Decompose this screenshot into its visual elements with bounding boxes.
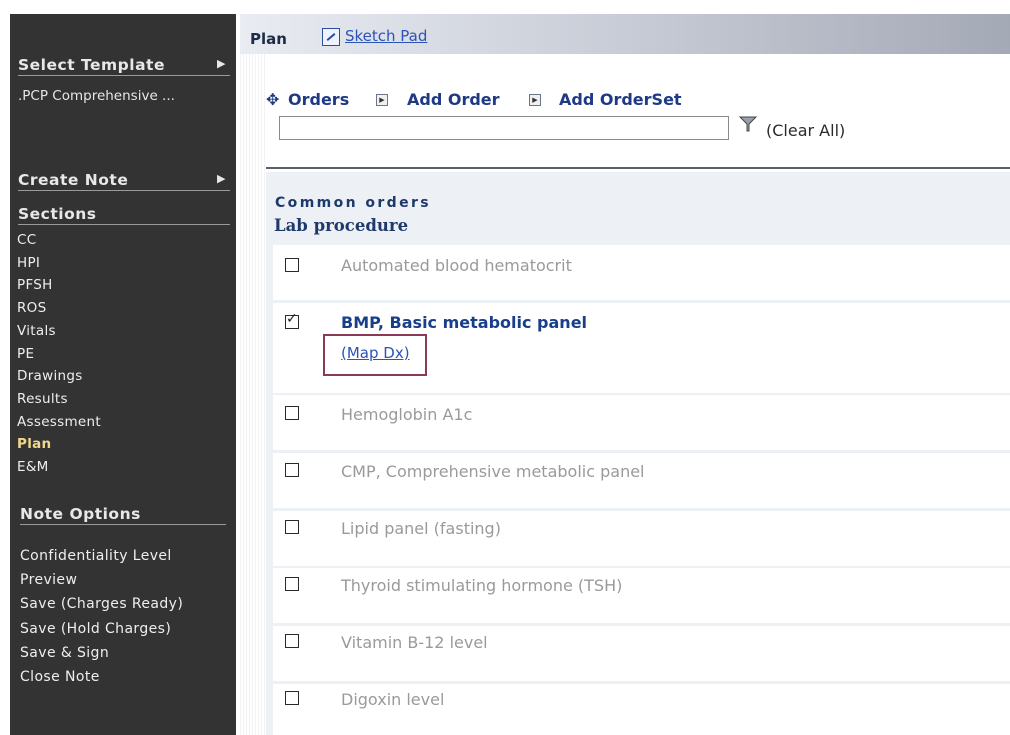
section-item-plan[interactable]: Plan — [17, 433, 101, 456]
order-row: Lipid panel (fasting) — [273, 511, 1010, 566]
select-template-menu[interactable]: Select Template ▶ — [18, 56, 230, 76]
filter-icon[interactable] — [738, 114, 758, 134]
section-item-vitals[interactable]: Vitals — [17, 320, 101, 343]
map-dx-link[interactable]: (Map Dx) — [341, 344, 410, 362]
chevron-right-icon: ▶ — [217, 57, 226, 70]
order-checkbox[interactable] — [285, 577, 299, 591]
divider — [266, 167, 1010, 169]
order-row: Vitamin B-12 level — [273, 626, 1010, 681]
decorative-stripe — [240, 14, 266, 735]
clear-all-link[interactable]: (Clear All) — [766, 121, 845, 140]
order-search-input[interactable] — [279, 116, 729, 140]
section-item-pfsh[interactable]: PFSH — [17, 274, 101, 297]
template-value[interactable]: .PCP Comprehensive ... — [18, 88, 175, 104]
note-options-list: Confidentiality Level Preview Save (Char… — [20, 544, 183, 689]
order-label[interactable]: Hemoglobin A1c — [341, 405, 472, 424]
sidebar: Select Template ▶ .PCP Comprehensive ...… — [10, 14, 236, 735]
order-row: Automated blood hematocrit — [273, 245, 1010, 300]
section-title: Common orders — [275, 195, 432, 211]
option-confidentiality-level[interactable]: Confidentiality Level — [20, 544, 183, 568]
select-template-label: Select Template — [18, 56, 165, 74]
order-checkbox[interactable] — [285, 406, 299, 420]
order-checkbox[interactable] — [285, 463, 299, 477]
section-item-drawings[interactable]: Drawings — [17, 365, 101, 388]
order-label[interactable]: Thyroid stimulating hormone (TSH) — [341, 576, 622, 595]
sections-list: CC HPI PFSH ROS Vitals PE Drawings Resul… — [17, 229, 101, 479]
order-label[interactable]: CMP, Comprehensive metabolic panel — [341, 462, 645, 481]
section-item-cc[interactable]: CC — [17, 229, 101, 252]
order-label[interactable]: Vitamin B-12 level — [341, 633, 488, 652]
option-preview[interactable]: Preview — [20, 568, 183, 592]
note-options-header: Note Options — [20, 505, 226, 525]
common-orders-panel: Common orders Lab procedure Automated bl… — [266, 172, 1010, 735]
section-item-ros[interactable]: ROS — [17, 297, 101, 320]
order-label[interactable]: BMP, Basic metabolic panel — [341, 313, 587, 332]
sections-header: Sections — [18, 205, 230, 225]
add-orderset-link[interactable]: Add OrderSet — [559, 90, 682, 109]
add-order-arrow-icon: ▶ — [376, 94, 388, 106]
create-note-label: Create Note — [18, 171, 129, 189]
section-item-results[interactable]: Results — [17, 388, 101, 411]
option-close-note[interactable]: Close Note — [20, 665, 183, 689]
sketch-pad-link[interactable]: Sketch Pad — [345, 27, 427, 45]
order-checkbox[interactable] — [285, 520, 299, 534]
option-save-hold-charges[interactable]: Save (Hold Charges) — [20, 617, 183, 641]
create-note-menu[interactable]: Create Note ▶ — [18, 171, 230, 191]
option-save-charges-ready[interactable]: Save (Charges Ready) — [20, 592, 183, 616]
order-checkbox[interactable] — [285, 311, 299, 329]
option-save-sign[interactable]: Save & Sign — [20, 641, 183, 665]
order-row: Thyroid stimulating hormone (TSH) — [273, 568, 1010, 623]
tab-bar: Plan Sketch Pad — [240, 14, 1010, 54]
orders-link[interactable]: Orders — [288, 90, 349, 109]
group-title: Lab procedure — [274, 216, 409, 235]
order-row: Digoxin level — [273, 684, 1010, 735]
section-item-pe[interactable]: PE — [17, 343, 101, 366]
order-checkbox[interactable] — [285, 258, 299, 272]
sketch-pad-icon[interactable] — [322, 28, 340, 46]
section-item-hpi[interactable]: HPI — [17, 252, 101, 275]
add-order-link[interactable]: Add Order — [407, 90, 500, 109]
order-checkbox[interactable] — [285, 691, 299, 705]
order-checkbox[interactable] — [285, 634, 299, 648]
chevron-right-icon: ▶ — [217, 172, 226, 185]
add-orderset-arrow-icon: ▶ — [529, 94, 541, 106]
section-item-em[interactable]: E&M — [17, 456, 101, 479]
order-label[interactable]: Lipid panel (fasting) — [341, 519, 501, 538]
orders-move-icon: ✥ — [266, 90, 280, 109]
order-row: Hemoglobin A1c — [273, 395, 1010, 450]
order-label[interactable]: Automated blood hematocrit — [341, 256, 572, 275]
order-label[interactable]: Digoxin level — [341, 690, 444, 709]
tab-plan[interactable]: Plan — [250, 30, 287, 48]
order-row: CMP, Comprehensive metabolic panel — [273, 453, 1010, 508]
section-item-assessment[interactable]: Assessment — [17, 411, 101, 434]
